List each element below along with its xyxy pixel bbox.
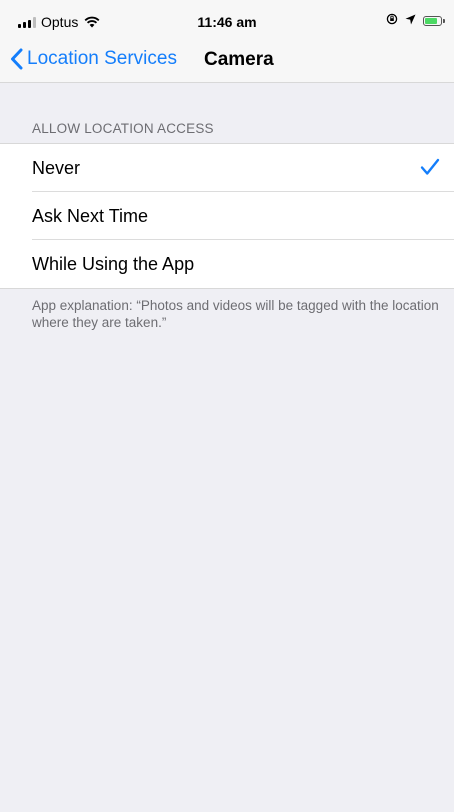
back-button[interactable]: Location Services <box>10 48 177 70</box>
option-never[interactable]: Never <box>0 144 454 192</box>
option-label: Ask Next Time <box>32 205 149 226</box>
option-label: While Using the App <box>32 253 195 274</box>
battery-icon <box>423 16 445 26</box>
page-title: Camera <box>204 49 274 70</box>
chevron-left-icon <box>10 48 23 70</box>
screen: Optus 11:46 am Location Services Camera … <box>0 0 454 812</box>
option-ask-next-time[interactable]: Ask Next Time <box>0 192 454 240</box>
option-while-using[interactable]: While Using the App <box>0 240 454 288</box>
section-header: ALLOW LOCATION ACCESS <box>32 121 214 136</box>
location-access-list: Never Ask Next Time While Using the App <box>0 143 454 289</box>
checkmark-icon <box>420 158 440 176</box>
orientation-lock-icon <box>386 12 398 30</box>
option-label: Never <box>32 157 81 178</box>
location-arrow-icon <box>405 12 416 30</box>
status-right <box>386 12 445 30</box>
back-button-label: Location Services <box>27 48 177 69</box>
app-explanation: App explanation: “Photos and videos will… <box>32 298 439 330</box>
navigation-bar: Location Services Camera <box>0 38 454 83</box>
status-bar: Optus 11:46 am <box>0 0 454 38</box>
